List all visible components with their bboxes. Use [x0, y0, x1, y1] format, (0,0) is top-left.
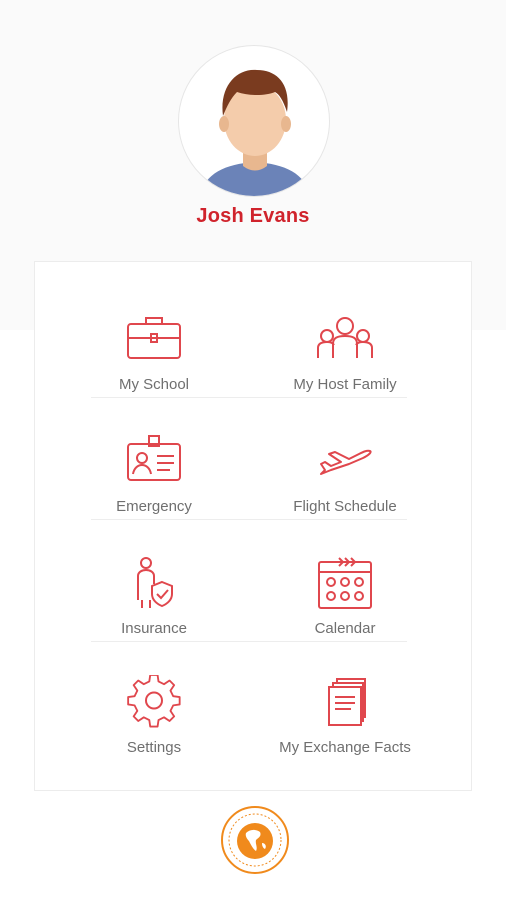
person-shield-icon	[137, 557, 173, 608]
explore-the-world-badge-icon	[220, 805, 290, 875]
menu-item-my-host-family[interactable]: My Host Family	[260, 312, 430, 402]
briefcase-icon	[127, 317, 181, 359]
menu-item-my-exchange-facts[interactable]: My Exchange Facts	[260, 675, 430, 765]
user-name: Josh Evans	[196, 205, 310, 227]
calendar-icon	[318, 557, 372, 609]
id-card-icon	[127, 435, 181, 481]
menu-item-emergency[interactable]: Emergency	[69, 434, 239, 524]
menu-item-calendar[interactable]: Calendar	[260, 556, 430, 646]
row-divider	[91, 641, 407, 642]
menu-card: My School My Host Family Emergency Fligh…	[34, 261, 472, 791]
menu-item-insurance[interactable]: Insurance	[69, 556, 239, 646]
menu-label: Emergency	[116, 498, 192, 515]
menu-item-settings[interactable]: Settings	[69, 675, 239, 765]
documents-icon	[328, 678, 366, 726]
menu-item-flight-schedule[interactable]: Flight Schedule	[260, 434, 430, 524]
airplane-icon	[320, 449, 372, 475]
user-avatar-icon[interactable]	[178, 45, 330, 197]
menu-label: My Exchange Facts	[279, 739, 411, 756]
menu-label: Calendar	[314, 620, 376, 637]
family-icon	[317, 317, 373, 358]
gear-icon	[127, 675, 181, 728]
menu-label: Insurance	[121, 620, 187, 637]
menu-label: My Host Family	[293, 376, 397, 393]
menu-item-my-school[interactable]: My School	[69, 312, 239, 402]
row-divider	[91, 519, 407, 520]
row-divider	[91, 397, 407, 398]
menu-label: Flight Schedule	[293, 498, 397, 515]
menu-label: My School	[118, 376, 190, 393]
menu-label: Settings	[126, 739, 182, 756]
